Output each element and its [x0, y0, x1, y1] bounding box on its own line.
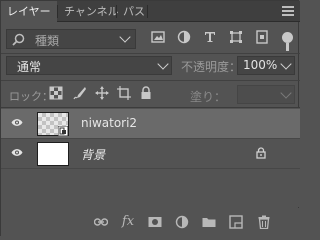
lock-transparent-pixels-icon[interactable]	[49, 86, 63, 100]
lock-position-icon[interactable]	[95, 86, 109, 100]
layers-panel: レイヤー チャンネル パス 種類 通常 不透明度： 100% ロック： 塗り： …	[0, 0, 300, 237]
opacity-field[interactable]: 100%	[237, 56, 295, 75]
lock-label: ロック：	[9, 90, 53, 103]
chevron-down-icon	[280, 87, 292, 99]
delete-layer-icon[interactable]	[257, 215, 271, 229]
divider	[1, 53, 300, 54]
blend-mode-select[interactable]: 通常	[6, 56, 172, 75]
divider	[1, 80, 300, 81]
add-mask-icon[interactable]	[148, 215, 162, 229]
eye-icon[interactable]	[11, 118, 23, 127]
filter-toggle-handle	[286, 43, 289, 51]
new-layer-icon[interactable]	[229, 215, 243, 229]
eye-icon[interactable]	[11, 148, 23, 157]
shape-filter-icon[interactable]	[229, 30, 243, 44]
layer-style-icon[interactable]: fx	[121, 215, 135, 229]
layer-actions-bar: fx	[1, 208, 300, 237]
fill-label: 塗り：	[190, 90, 227, 104]
lock-all-icon[interactable]	[139, 86, 153, 100]
search-icon	[12, 33, 25, 46]
fill-field[interactable]	[237, 85, 295, 104]
filter-kind-label: 種類	[35, 34, 60, 48]
tab-bar: レイヤー チャンネル パス	[1, 1, 300, 23]
chevron-down-icon	[157, 58, 169, 70]
lock-icon[interactable]	[255, 147, 267, 159]
type-filter-icon[interactable]	[203, 30, 217, 44]
tab-separator	[147, 5, 148, 18]
link-layers-icon[interactable]	[94, 215, 108, 229]
panel-menu-icon[interactable]	[282, 6, 294, 16]
opacity-label: 不透明度：	[181, 60, 242, 74]
new-adjustment-layer-icon[interactable]	[175, 215, 189, 229]
tab-channels[interactable]: チャンネル	[58, 1, 125, 22]
adjustment-filter-icon[interactable]	[177, 30, 191, 44]
chevron-down-icon	[119, 31, 131, 43]
smart-object-badge-icon	[58, 126, 68, 136]
opacity-value: 100%	[243, 58, 278, 72]
layer-row-background[interactable]: 背景	[1, 139, 300, 168]
layer-filter-select[interactable]: 種類	[6, 29, 136, 49]
layer-name: 背景	[81, 148, 106, 162]
blend-mode-value: 通常	[17, 60, 42, 74]
layer-row-niwatori2[interactable]: niwatori2	[1, 109, 300, 138]
lock-artboard-icon[interactable]	[117, 86, 131, 100]
smart-object-filter-icon[interactable]	[255, 30, 269, 44]
image-filter-icon[interactable]	[151, 30, 165, 44]
chevron-down-icon	[280, 58, 292, 70]
new-group-folder-icon[interactable]	[202, 215, 216, 229]
lock-image-pixels-icon[interactable]	[73, 86, 87, 100]
layer-list: niwatori2 背景	[1, 107, 300, 207]
layer-thumbnail	[37, 142, 69, 166]
layer-separator	[1, 168, 300, 169]
tab-layers[interactable]: レイヤー	[1, 1, 57, 23]
filter-toggle-icon[interactable]	[282, 32, 293, 43]
layer-name: niwatori2	[81, 116, 138, 130]
tab-paths[interactable]: パス	[117, 1, 151, 22]
